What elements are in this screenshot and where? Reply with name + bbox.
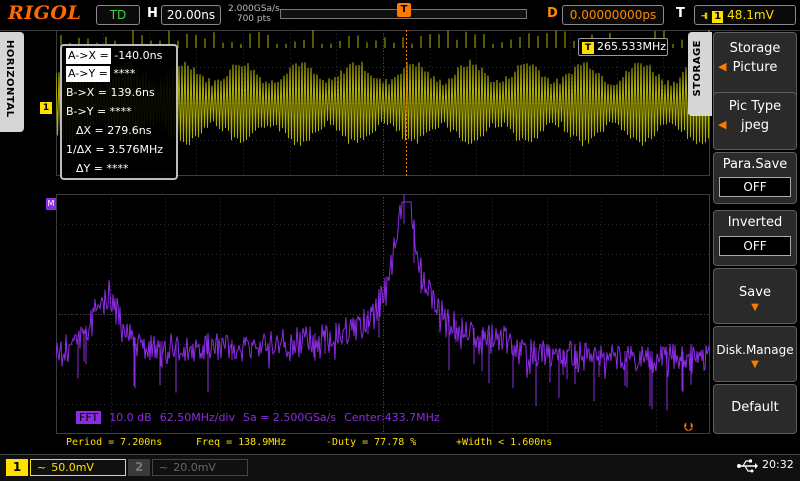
system-clock: 20:32 (762, 458, 794, 471)
storage-value-text: Picture (732, 60, 778, 75)
timebase-value[interactable]: 20.00ns (161, 5, 221, 25)
horizontal-tab-label: HORIZONTAL (4, 40, 15, 118)
trigger-position-marker[interactable]: T (397, 3, 411, 17)
cursor-readout-panel: A->X = -140.0ns A->Y = **** B->X = 139.6… (60, 44, 178, 180)
storage-value: ◀ Picture (714, 60, 796, 75)
delay-value[interactable]: 0.00000000ps (562, 5, 664, 25)
memory-depth: 700 pts (236, 14, 271, 24)
trigger-settings[interactable]: ⫣ 1 48.1mV (694, 5, 796, 25)
fft-tag: FFT (76, 411, 102, 424)
cursor-label: ΔX = (76, 124, 104, 137)
cursor-label: ΔY = (76, 162, 103, 175)
acquisition-info: 2.000GSa/s 700 pts (228, 4, 280, 24)
pic-type-title: Pic Type (728, 99, 782, 114)
cursor-value: 3.576MHz (107, 143, 164, 156)
ac-coupling-icon: ~ (159, 461, 169, 474)
inverted-title: Inverted (727, 215, 783, 230)
measure-period[interactable]: Period = 7.200ns (66, 437, 162, 448)
fft-scale: 10.0 dB (109, 411, 152, 424)
run-status-indicator[interactable]: TD (96, 5, 140, 25)
fft-plot (56, 194, 710, 434)
trigger-label: T (676, 6, 685, 21)
cursor-value: 279.6ns (107, 124, 152, 137)
storage-tab[interactable]: STORAGE (688, 32, 712, 116)
cursor-label: B->X = (66, 86, 107, 99)
ch1-scale-value: 50.0mV (51, 461, 94, 474)
measure-duty[interactable]: -Duty = 77.78 % (326, 437, 416, 448)
fft-spectrum (56, 194, 710, 434)
cursor-value: **** (106, 162, 129, 175)
save-button[interactable]: Save ▼ (713, 268, 797, 324)
ch1-offset-marker[interactable]: 1 (40, 102, 52, 114)
measure-width[interactable]: +Width < 1.600ns (456, 437, 552, 448)
rising-edge-icon: ⫣ (701, 8, 709, 22)
fft-hdiv: 62.50MHz/div (159, 411, 235, 424)
fft-sample-rate: Sa = 2.500GSa/s (243, 411, 337, 424)
inverted-menu[interactable]: Inverted OFF (713, 210, 797, 266)
default-label: Default (731, 400, 779, 415)
disk-manage-label: Disk.Manage (716, 343, 794, 357)
ch2-scale[interactable]: ~20.0mV (152, 459, 248, 476)
grid (56, 194, 710, 434)
chevron-down-icon: ▼ (751, 302, 759, 313)
inverted-value: OFF (719, 236, 791, 256)
ch1-scale[interactable]: ~50.0mV (30, 459, 126, 476)
cursor-row: B->X = 139.6ns (66, 85, 155, 101)
chevron-down-icon: ▼ (751, 359, 759, 370)
trigger-source-badge: 1 (712, 11, 724, 23)
save-label: Save (739, 285, 771, 300)
storage-title: Storage (729, 41, 781, 56)
disk-manage-button[interactable]: Disk.Manage ▼ (713, 326, 797, 382)
storage-tab-label: STORAGE (692, 40, 703, 97)
measurement-bar: Period = 7.200ns Freq = 138.9MHz -Duty =… (56, 436, 710, 450)
ch1-badge[interactable]: 1 (6, 459, 28, 476)
cursor-row: ΔX = 279.6ns (76, 123, 151, 139)
sample-rate: 2.000GSa/s (228, 4, 280, 14)
para-save-menu[interactable]: Para.Save OFF (713, 152, 797, 204)
fft-end-icon: ⮋ (684, 420, 694, 434)
pic-type-value: ◀ jpeg (714, 118, 796, 133)
para-save-title: Para.Save (722, 157, 788, 172)
cursor-label: A->Y = (66, 66, 110, 82)
ch2-scale-value: 20.0mV (173, 461, 216, 474)
cursor-row: A->X = -140.0ns (66, 48, 162, 64)
cursor-row: ΔY = **** (76, 161, 128, 177)
delay-label: D (547, 6, 558, 21)
chevron-left-icon: ◀ (718, 60, 727, 73)
pic-type-menu[interactable]: Pic Type ◀ jpeg (713, 92, 797, 150)
cursor-value: **** (113, 67, 136, 80)
cursor-label: A->X = (66, 48, 111, 64)
fft-info-line: FFT 10.0 dB 62.50MHz/div Sa = 2.500GSa/s Cen… (76, 411, 448, 424)
usb-icon (737, 459, 758, 473)
trigger-level-value: 48.1mV (727, 8, 774, 22)
ch2-badge[interactable]: 2 (128, 459, 150, 476)
cursor-row: B->Y = **** (66, 104, 132, 120)
measure-frequency[interactable]: Freq = 138.9MHz (196, 437, 286, 448)
fft-center: Center:433.7MHz (344, 411, 440, 424)
default-button[interactable]: Default (713, 384, 797, 434)
chevron-left-icon: ◀ (718, 118, 727, 131)
cursor-row: 1/ΔX = 3.576MHz (66, 142, 163, 158)
ac-coupling-icon: ~ (37, 461, 47, 474)
cursor-value: **** (109, 105, 132, 118)
para-save-value: OFF (719, 177, 791, 197)
horizontal-tab[interactable]: HORIZONTAL (0, 32, 24, 132)
brand-logo: RIGOL (8, 2, 82, 24)
horizontal-label: H (147, 6, 158, 21)
counter-trigger-icon: T (582, 42, 594, 54)
pic-type-value-text: jpeg (740, 118, 770, 133)
cursor-label: B->Y = (66, 105, 107, 118)
cursor-value: 139.6ns (110, 86, 155, 99)
fft-trace-spikes (77, 194, 692, 411)
math-offset-marker[interactable]: M (46, 198, 56, 210)
counter-value: 265.533MHz (597, 40, 667, 53)
cursor-value: -140.0ns (114, 49, 163, 62)
cursor-row: A->Y = **** (66, 66, 135, 82)
cursor-label: 1/ΔX = (66, 143, 105, 156)
frequency-counter: T 265.533MHz (578, 38, 668, 56)
